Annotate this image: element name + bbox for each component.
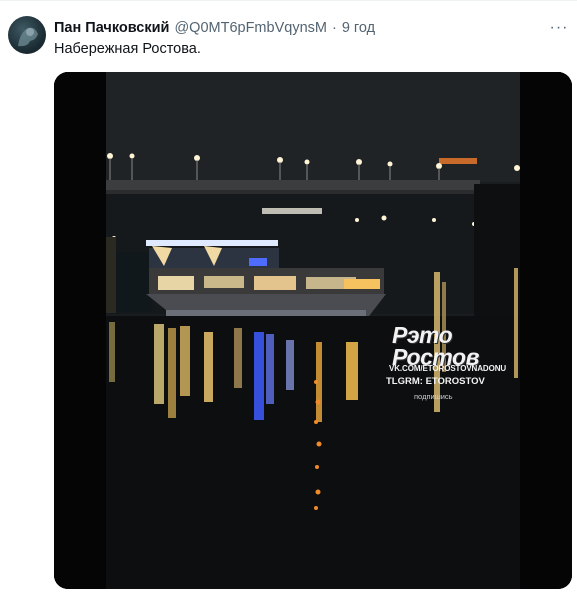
watermark-logo: Рэто Ростов xyxy=(392,322,479,369)
avatar[interactable] xyxy=(8,16,46,54)
video-frame xyxy=(54,72,572,589)
top-divider xyxy=(0,0,577,1)
author-name[interactable]: Пан Пачковский xyxy=(54,20,169,36)
more-horizontal-icon: ··· xyxy=(549,19,569,36)
tweet-media-video[interactable]: Рэто Ростов VK.COM/ETOROSTOVNADONU TLGRM… xyxy=(54,72,572,589)
separator-dot: · xyxy=(331,20,337,36)
watermark-subscribe: подпишись xyxy=(414,392,453,401)
author-handle[interactable]: @Q0MT6pFmbVqynsM xyxy=(174,20,327,36)
tweet-text: Набережная Ростова. xyxy=(54,41,201,57)
tweet[interactable]: Пан Пачковский @Q0MT6pFmbVqynsM · 9 год … xyxy=(0,0,577,597)
tweet-header: Пан Пачковский @Q0MT6pFmbVqynsM · 9 год xyxy=(54,18,375,38)
watermark-logo-line1: Рэто xyxy=(392,322,453,348)
more-options-button[interactable]: ··· xyxy=(548,18,570,38)
watermark-url: VK.COM/ETOROSTOVNADONU xyxy=(389,364,507,373)
timestamp[interactable]: 9 год xyxy=(342,20,375,36)
watermark-telegram: TLGRM: ETOROSTOV xyxy=(386,376,485,387)
